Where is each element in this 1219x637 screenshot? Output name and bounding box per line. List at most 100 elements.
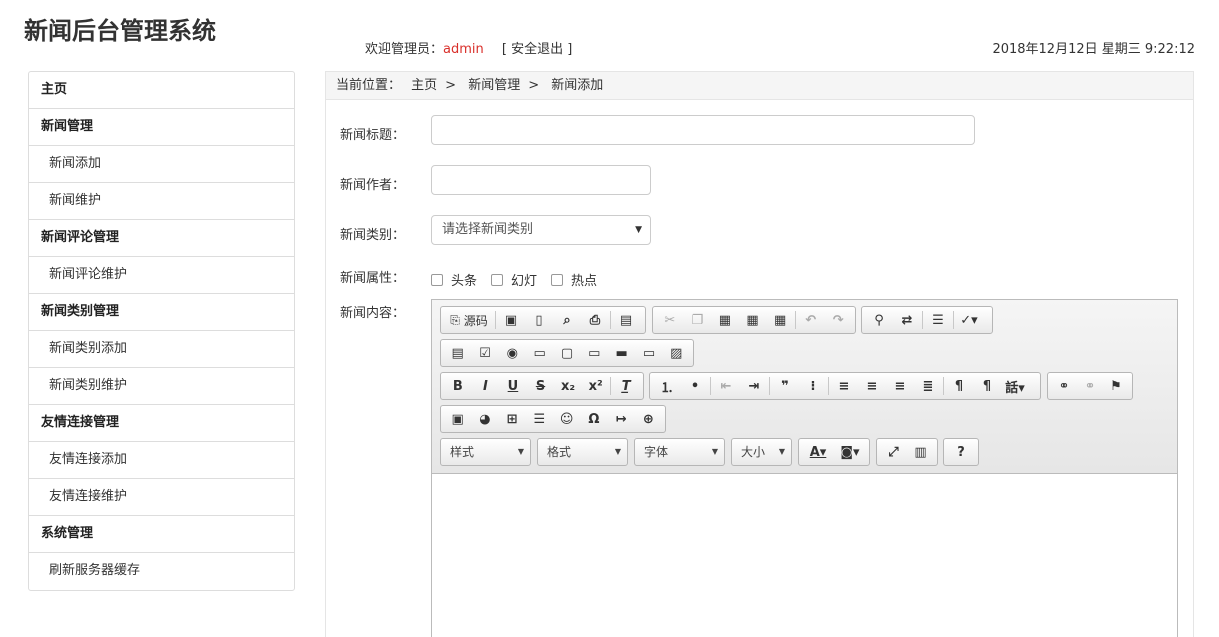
sidebar-item-home[interactable]: 主页 — [29, 72, 294, 109]
sidebar-group-news[interactable]: 新闻管理 — [29, 109, 294, 146]
checkbox-slide[interactable] — [491, 273, 504, 286]
source-button[interactable]: ⎘ 源码 — [444, 308, 494, 332]
div-icon[interactable]: ⁝ — [799, 374, 827, 398]
sidebar-item-link-add[interactable]: 友情连接添加 — [29, 442, 294, 479]
sidebar-item-comments-maintain[interactable]: 新闻评论维护 — [29, 257, 294, 294]
author-input[interactable] — [431, 165, 651, 195]
sidebar-item-news-add[interactable]: 新闻添加 — [29, 146, 294, 183]
maximize-icon[interactable]: ⤢ — [880, 440, 907, 464]
strike-icon[interactable]: S — [527, 374, 555, 398]
sidebar-item-news-maintain[interactable]: 新闻维护 — [29, 183, 294, 220]
form-icon[interactable]: ▤ — [444, 341, 471, 365]
sidebar-item-link-maintain[interactable]: 友情连接维护 — [29, 479, 294, 516]
sidebar-group-links[interactable]: 友情连接管理 — [29, 405, 294, 442]
ltr-icon[interactable]: ¶ — [945, 374, 973, 398]
breadcrumb-home[interactable]: 主页 — [411, 78, 437, 93]
logout-link[interactable]: [ 安全退出 ] — [502, 42, 572, 57]
print-icon[interactable]: ⎙ — [581, 308, 609, 332]
align-center-icon[interactable]: ≡ — [858, 374, 886, 398]
sidebar-group-comments[interactable]: 新闻评论管理 — [29, 220, 294, 257]
iframe-globe-icon[interactable]: ⊕ — [635, 407, 662, 431]
redo-icon[interactable]: ↷ — [824, 308, 852, 332]
sidebar-item-refresh-cache[interactable]: 刷新服务器缓存 — [29, 553, 294, 590]
templates-icon[interactable]: ▤ — [612, 308, 640, 332]
show-blocks-icon[interactable]: ▥ — [907, 440, 934, 464]
checkbox-icon[interactable]: ☑ — [471, 341, 498, 365]
bulleted-list-icon[interactable]: • — [681, 374, 709, 398]
breadcrumb-news[interactable]: 新闻管理 — [468, 78, 520, 93]
toolbar-separator — [610, 311, 611, 329]
paste-word-icon[interactable]: ▦ — [766, 308, 794, 332]
language-icon[interactable]: 話▾ — [1001, 374, 1029, 398]
smiley-icon[interactable]: ☺ — [553, 407, 580, 431]
select-icon[interactable]: ▭ — [581, 341, 608, 365]
checkbox-headline-label[interactable]: 头条 — [451, 270, 477, 289]
table-icon[interactable]: ⊞ — [499, 407, 526, 431]
select-all-icon[interactable]: ☰ — [924, 308, 952, 332]
image-icon[interactable]: ▣ — [444, 407, 471, 431]
size-combo[interactable]: 大小 ▼ — [731, 438, 792, 466]
align-left-icon[interactable]: ≡ — [830, 374, 858, 398]
anchor-flag-icon[interactable]: ⚑ — [1103, 374, 1129, 398]
new-page-icon[interactable]: ▯ — [525, 308, 553, 332]
unlink-icon[interactable]: ⚭ — [1077, 374, 1103, 398]
sidebar-item-category-maintain[interactable]: 新闻类别维护 — [29, 368, 294, 405]
bold-icon[interactable]: B — [444, 374, 472, 398]
checkbox-slide-label[interactable]: 幻灯 — [511, 270, 537, 289]
sidebar-item-category-add[interactable]: 新闻类别添加 — [29, 331, 294, 368]
toolbar-separator — [710, 377, 711, 395]
cut-icon[interactable]: ✂ — [656, 308, 684, 332]
rich-text-editor: ⎘ 源码 ▣ ▯ ⌕ ⎙ ▤ ✂ ❐ ▦ ▦ ▦ ↶ ↷ ⚲ ⇄ ☰ ✓▾ ▤ … — [431, 299, 1178, 637]
outdent-icon[interactable]: ⇤ — [712, 374, 740, 398]
sidebar-group-categories[interactable]: 新闻类别管理 — [29, 294, 294, 331]
bg-color-icon[interactable]: ◙▾ — [834, 440, 866, 464]
blockquote-icon[interactable]: ❞ — [771, 374, 799, 398]
page-break-icon[interactable]: ↦ — [608, 407, 635, 431]
checkbox-hot[interactable] — [551, 273, 564, 286]
italic-icon[interactable]: I — [472, 374, 500, 398]
paste-icon[interactable]: ▦ — [711, 308, 739, 332]
subscript-icon[interactable]: x₂ — [554, 374, 582, 398]
checkbox-headline[interactable] — [431, 273, 443, 286]
toolbar-separator — [922, 311, 923, 329]
copy-icon[interactable]: ❐ — [684, 308, 712, 332]
image-button-icon[interactable]: ▭ — [635, 341, 662, 365]
horizontal-rule-icon[interactable]: ☰ — [526, 407, 553, 431]
paste-text-icon[interactable]: ▦ — [739, 308, 767, 332]
help-button[interactable]: ? — [947, 440, 975, 464]
indent-icon[interactable]: ⇥ — [740, 374, 768, 398]
title-input[interactable] — [431, 115, 975, 145]
align-justify-icon[interactable]: ≣ — [914, 374, 942, 398]
undo-icon[interactable]: ↶ — [797, 308, 825, 332]
find-icon[interactable]: ⚲ — [865, 308, 893, 332]
link-icon[interactable]: ⚭ — [1051, 374, 1077, 398]
checkbox-hot-label[interactable]: 热点 — [571, 270, 597, 289]
save-icon[interactable]: ▣ — [497, 308, 525, 332]
button-icon[interactable]: ▬ — [608, 341, 635, 365]
format-combo[interactable]: 格式 ▼ — [537, 438, 628, 466]
radio-icon[interactable]: ◉ — [499, 341, 526, 365]
text-color-icon[interactable]: A▾ — [802, 440, 834, 464]
main-panel: 当前位置： 主页 > 新闻管理 > 新闻添加 新闻标题： 新闻作者： 新闻类别： 请… — [325, 71, 1194, 637]
special-char-icon[interactable]: Ω — [580, 407, 607, 431]
flash-icon[interactable]: ◕ — [471, 407, 498, 431]
style-combo[interactable]: 样式 ▼ — [440, 438, 531, 466]
textfield-icon[interactable]: ▭ — [526, 341, 553, 365]
editor-content-area[interactable] — [432, 474, 1177, 637]
replace-icon[interactable]: ⇄ — [893, 308, 921, 332]
align-right-icon[interactable]: ≡ — [886, 374, 914, 398]
sidebar-group-system[interactable]: 系统管理 — [29, 516, 294, 553]
preview-icon[interactable]: ⌕ — [553, 308, 581, 332]
underline-icon[interactable]: U — [499, 374, 527, 398]
spellcheck-icon[interactable]: ✓▾ — [955, 308, 983, 332]
superscript-icon[interactable]: x² — [582, 374, 610, 398]
toolbar-group-links: ⚭ ⚭ ⚑ — [1047, 372, 1133, 400]
rtl-icon[interactable]: ¶ — [973, 374, 1001, 398]
hidden-field-icon[interactable]: ▨ — [663, 341, 690, 365]
numbered-list-icon[interactable]: ⒈ — [653, 374, 681, 398]
category-select[interactable]: 请选择新闻类别 ▼ — [431, 215, 651, 245]
toolbar-separator — [610, 377, 612, 395]
font-combo[interactable]: 字体 ▼ — [634, 438, 725, 466]
remove-format-icon[interactable]: T̲ — [612, 374, 640, 398]
textarea-icon[interactable]: ▢ — [553, 341, 580, 365]
